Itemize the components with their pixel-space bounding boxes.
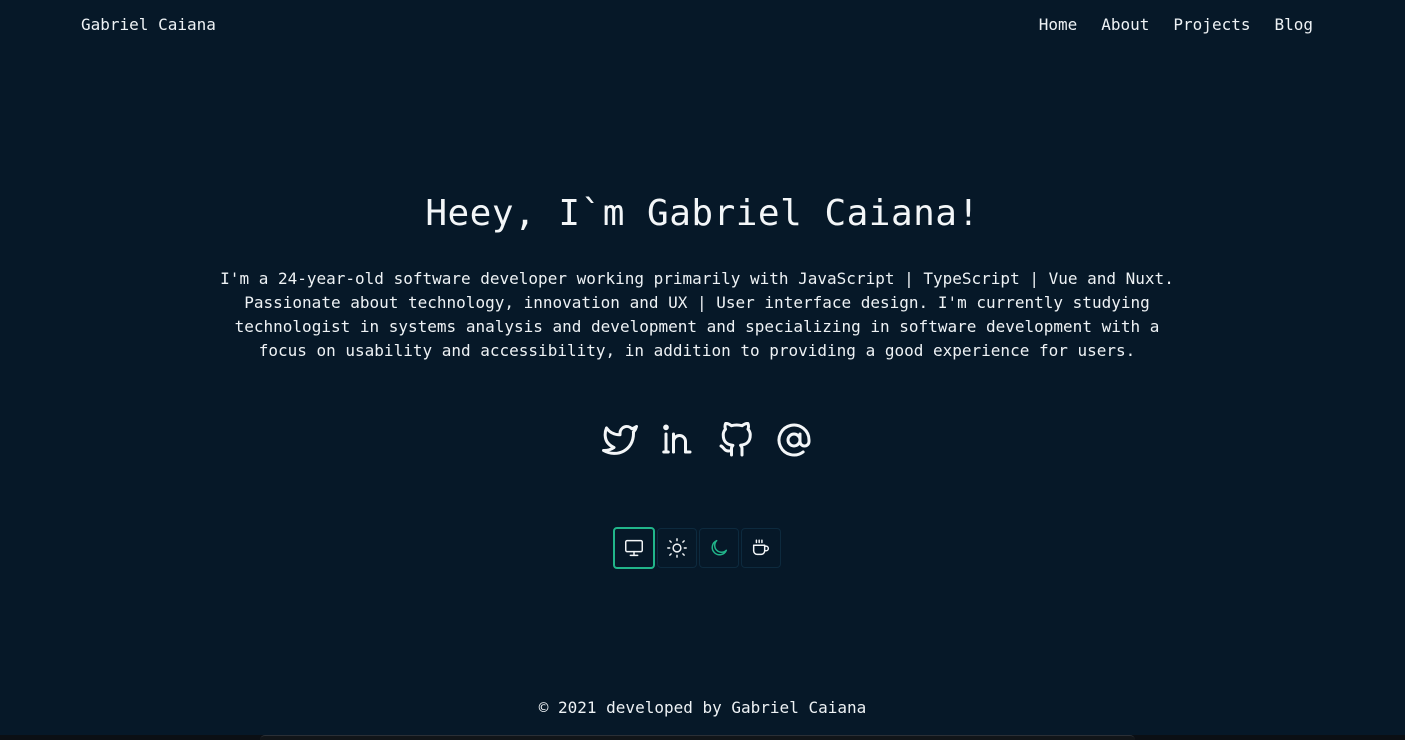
at-sign-icon: [777, 423, 810, 457]
theme-sepia-button[interactable]: [741, 528, 781, 568]
theme-dark-button[interactable]: [699, 528, 739, 568]
theme-system-button[interactable]: [613, 527, 655, 569]
social-links: [0, 420, 1405, 460]
page: Gabriel Caiana Home About Projects Blog …: [0, 0, 1405, 740]
linkedin-link[interactable]: [660, 420, 696, 460]
github-icon: [719, 422, 752, 457]
linkedin-icon: [661, 424, 691, 454]
hero-bio: I'm a 24-year-old software developer wor…: [220, 269, 1174, 360]
theme-light-button[interactable]: [657, 528, 697, 568]
brand-link[interactable]: Gabriel Caiana: [81, 14, 216, 36]
moon-icon: [711, 539, 728, 556]
nav-blog[interactable]: Blog: [1274, 14, 1313, 36]
nav-home[interactable]: Home: [1039, 14, 1078, 36]
github-link[interactable]: [718, 420, 754, 460]
footer-text: © 2021 developed by Gabriel Caiana: [538, 698, 867, 717]
twitter-link[interactable]: [601, 420, 638, 460]
nav-projects[interactable]: Projects: [1173, 14, 1250, 36]
window-bottom-edge: [0, 735, 1405, 740]
hero-title: Heey, I`m Gabriel Caiana!: [425, 193, 980, 234]
email-link[interactable]: [776, 420, 812, 460]
coffee-icon: [752, 539, 770, 556]
nav-about[interactable]: About: [1101, 14, 1149, 36]
sun-icon: [667, 538, 687, 558]
main-nav: Home About Projects Blog: [1039, 14, 1313, 36]
twitter-icon: [601, 425, 638, 455]
theme-switcher: [613, 527, 781, 569]
monitor-icon: [625, 539, 643, 557]
dock-edge: [260, 735, 1135, 740]
